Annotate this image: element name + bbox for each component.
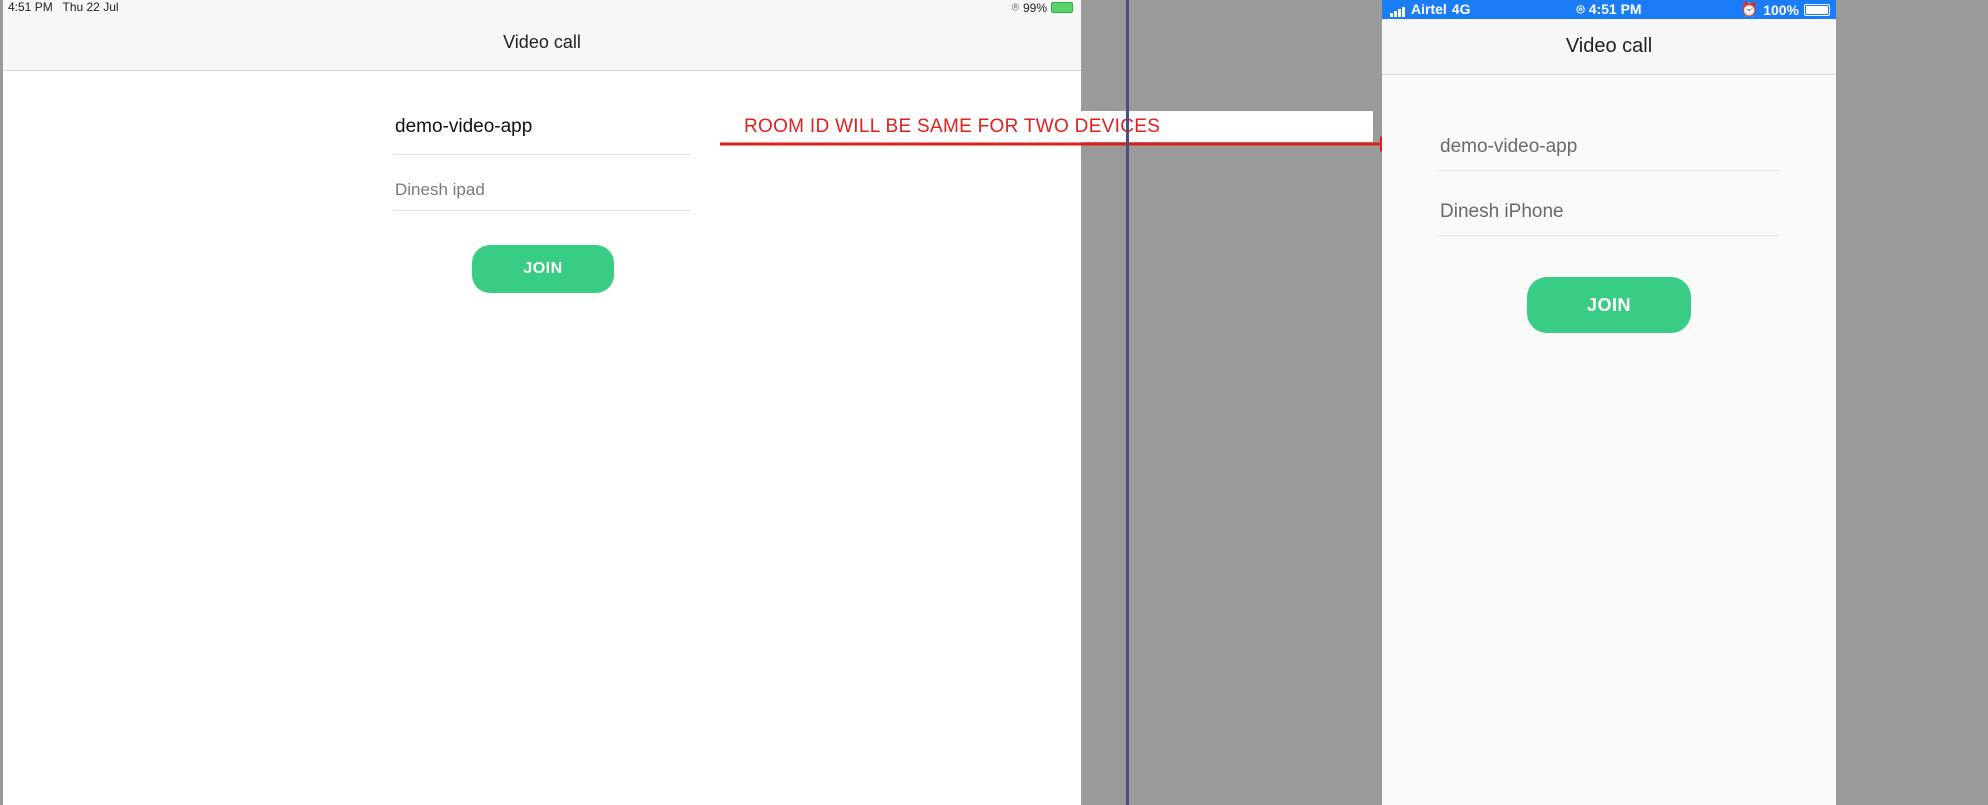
- iphone-room-id-input[interactable]: [1439, 132, 1781, 162]
- ipad-status-bar: 4:51 PM Thu 22 Jul ⌾ 99%: [3, 0, 1081, 16]
- iphone-screen: Airtel 4G ⌾ 4:51 PM ⏰ 100% Video call JO…: [1382, 0, 1836, 805]
- panel-divider: [1126, 0, 1129, 805]
- battery-charging-icon: [1051, 2, 1073, 13]
- alarm-icon: ⏰: [1740, 1, 1759, 17]
- ipad-name-input[interactable]: [393, 176, 695, 204]
- ipad-page-title: Video call: [503, 32, 581, 52]
- iphone-nav-bar: Video call: [1382, 19, 1836, 75]
- orientation-lock-icon: ⌾: [1576, 1, 1585, 17]
- ipad-status-left: 4:51 PM Thu 22 Jul: [8, 0, 119, 14]
- annotation-arrow-icon: [720, 136, 1400, 152]
- ipad-name-field[interactable]: [393, 176, 695, 211]
- iphone-status-bar: Airtel 4G ⌾ 4:51 PM ⏰ 100%: [1382, 0, 1836, 19]
- iphone-name-field[interactable]: [1439, 197, 1781, 236]
- iphone-status-battery: 100%: [1763, 1, 1799, 18]
- ipad-status-date: Thu 22 Jul: [62, 0, 119, 14]
- ipad-status-right: ⌾ 99%: [1012, 0, 1073, 15]
- ipad-room-id-field[interactable]: [393, 112, 695, 155]
- iphone-status-right: ⏰ 100%: [1741, 1, 1830, 18]
- battery-icon: [1804, 3, 1830, 16]
- ipad-status-battery: 99%: [1022, 0, 1047, 15]
- ipad-room-id-input[interactable]: [393, 112, 695, 142]
- orientation-lock-icon: ⌾: [1011, 0, 1019, 14]
- iphone-name-input[interactable]: [1439, 197, 1781, 227]
- ipad-status-time: 4:51 PM: [8, 0, 53, 14]
- iphone-room-id-field[interactable]: [1439, 132, 1781, 171]
- iphone-join-button[interactable]: JOIN: [1527, 277, 1691, 333]
- iphone-page-title: Video call: [1565, 35, 1653, 57]
- iphone-status-time: 4:51 PM: [1588, 1, 1642, 17]
- ipad-join-button[interactable]: JOIN: [472, 245, 614, 293]
- ipad-nav-bar: Video call: [3, 16, 1081, 71]
